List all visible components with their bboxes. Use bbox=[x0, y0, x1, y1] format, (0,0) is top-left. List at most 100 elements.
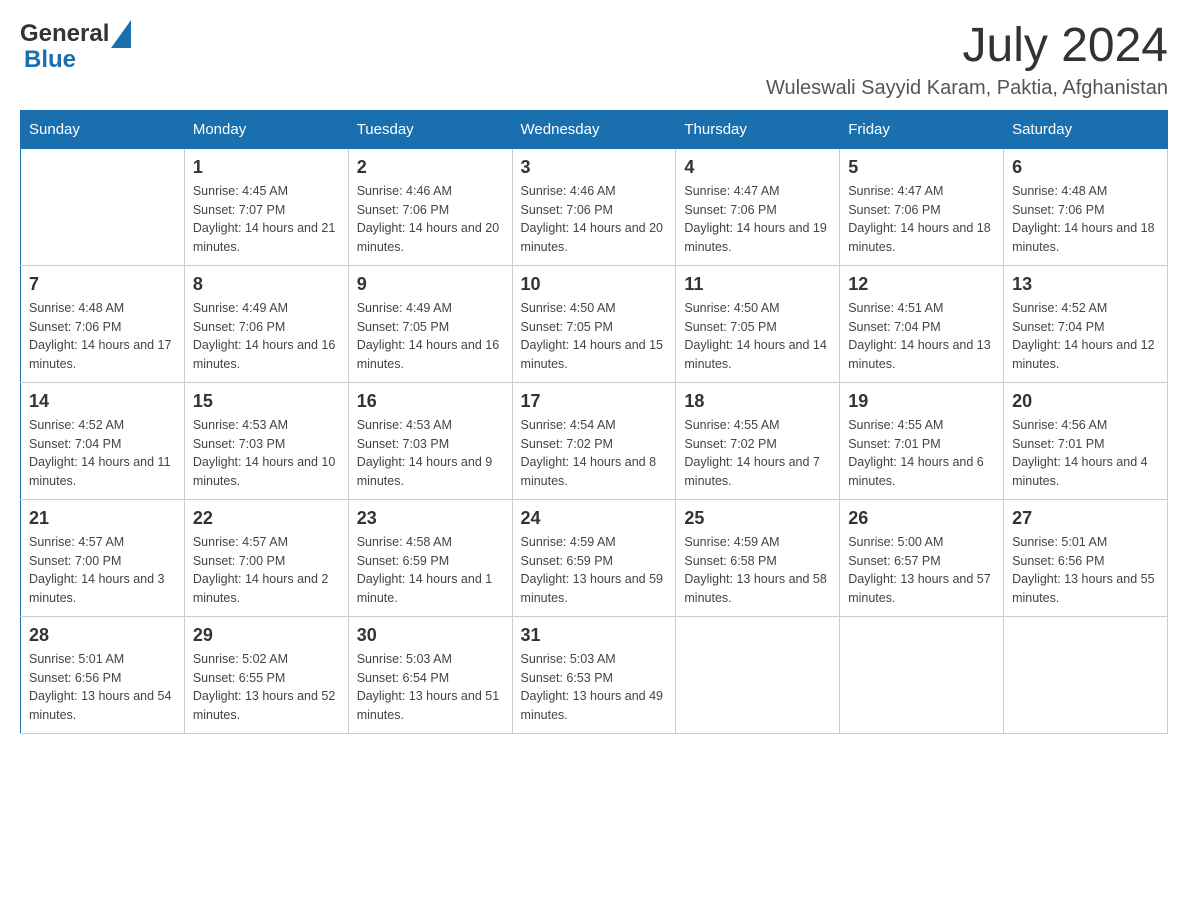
calendar-week-row: 21 Sunrise: 4:57 AMSunset: 7:00 PMDayligh… bbox=[21, 499, 1168, 616]
calendar-day-cell: 27 Sunrise: 5:01 AMSunset: 6:56 PMDayligh… bbox=[1004, 499, 1168, 616]
calendar-day-cell: 3 Sunrise: 4:46 AMSunset: 7:06 PMDaylight… bbox=[512, 148, 676, 265]
calendar-day-cell: 5 Sunrise: 4:47 AMSunset: 7:06 PMDaylight… bbox=[840, 148, 1004, 265]
calendar-day-cell: 1 Sunrise: 4:45 AMSunset: 7:07 PMDaylight… bbox=[184, 148, 348, 265]
calendar-day-cell: 2 Sunrise: 4:46 AMSunset: 7:06 PMDaylight… bbox=[348, 148, 512, 265]
calendar-table: SundayMondayTuesdayWednesdayThursdayFrid… bbox=[20, 110, 1168, 734]
day-sun-info: Sunrise: 4:46 AMSunset: 7:06 PMDaylight:… bbox=[357, 182, 504, 257]
day-sun-info: Sunrise: 4:52 AMSunset: 7:04 PMDaylight:… bbox=[29, 416, 176, 491]
day-number: 18 bbox=[684, 391, 831, 412]
day-sun-info: Sunrise: 4:55 AMSunset: 7:01 PMDaylight:… bbox=[848, 416, 995, 491]
day-sun-info: Sunrise: 4:50 AMSunset: 7:05 PMDaylight:… bbox=[521, 299, 668, 374]
day-sun-info: Sunrise: 4:57 AMSunset: 7:00 PMDaylight:… bbox=[193, 533, 340, 608]
calendar-header-row: SundayMondayTuesdayWednesdayThursdayFrid… bbox=[21, 110, 1168, 148]
calendar-day-cell: 14Sunrise: 4:52 AMSunset: 7:04 PMDayligh… bbox=[21, 382, 185, 499]
logo-triangle-icon bbox=[111, 20, 131, 48]
calendar-day-cell bbox=[21, 148, 185, 265]
day-number: 1 bbox=[193, 157, 340, 178]
column-header-friday: Friday bbox=[840, 110, 1004, 148]
day-number: 5 bbox=[848, 157, 995, 178]
day-sun-info: Sunrise: 4:50 AMSunset: 7:05 PMDaylight:… bbox=[684, 299, 831, 374]
day-sun-info: Sunrise: 5:03 AMSunset: 6:54 PMDaylight:… bbox=[357, 650, 504, 725]
day-sun-info: Sunrise: 4:57 AMSunset: 7:00 PMDaylight:… bbox=[29, 533, 176, 608]
day-sun-info: Sunrise: 4:55 AMSunset: 7:02 PMDaylight:… bbox=[684, 416, 831, 491]
calendar-day-cell: 17Sunrise: 4:54 AMSunset: 7:02 PMDayligh… bbox=[512, 382, 676, 499]
day-sun-info: Sunrise: 4:59 AMSunset: 6:58 PMDaylight:… bbox=[684, 533, 831, 608]
day-sun-info: Sunrise: 4:59 AMSunset: 6:59 PMDaylight:… bbox=[521, 533, 668, 608]
day-sun-info: Sunrise: 4:56 AMSunset: 7:01 PMDaylight:… bbox=[1012, 416, 1159, 491]
location-subtitle: Wuleswali Sayyid Karam, Paktia, Afghanis… bbox=[766, 77, 1168, 100]
title-section: July 2024 Wuleswali Sayyid Karam, Paktia… bbox=[766, 20, 1168, 100]
day-number: 19 bbox=[848, 391, 995, 412]
day-number: 26 bbox=[848, 508, 995, 529]
calendar-day-cell: 13 Sunrise: 4:52 AMSunset: 7:04 PMDayligh… bbox=[1004, 265, 1168, 382]
day-number: 27 bbox=[1012, 508, 1159, 529]
calendar-day-cell: 9 Sunrise: 4:49 AMSunset: 7:05 PMDaylight… bbox=[348, 265, 512, 382]
calendar-day-cell: 24 Sunrise: 4:59 AMSunset: 6:59 PMDayligh… bbox=[512, 499, 676, 616]
day-number: 31 bbox=[521, 625, 668, 646]
day-sun-info: Sunrise: 4:58 AMSunset: 6:59 PMDaylight:… bbox=[357, 533, 504, 608]
calendar-day-cell: 31 Sunrise: 5:03 AMSunset: 6:53 PMDayligh… bbox=[512, 616, 676, 733]
day-sun-info: Sunrise: 5:03 AMSunset: 6:53 PMDaylight:… bbox=[521, 650, 668, 725]
calendar-day-cell: 22 Sunrise: 4:57 AMSunset: 7:00 PMDayligh… bbox=[184, 499, 348, 616]
day-number: 25 bbox=[684, 508, 831, 529]
day-number: 4 bbox=[684, 157, 831, 178]
calendar-day-cell: 28 Sunrise: 5:01 AMSunset: 6:56 PMDayligh… bbox=[21, 616, 185, 733]
column-header-monday: Monday bbox=[184, 110, 348, 148]
day-sun-info: Sunrise: 5:01 AMSunset: 6:56 PMDaylight:… bbox=[29, 650, 176, 725]
day-sun-info: Sunrise: 5:02 AMSunset: 6:55 PMDaylight:… bbox=[193, 650, 340, 725]
day-sun-info: Sunrise: 4:48 AMSunset: 7:06 PMDaylight:… bbox=[1012, 182, 1159, 257]
day-number: 2 bbox=[357, 157, 504, 178]
calendar-day-cell bbox=[676, 616, 840, 733]
column-header-tuesday: Tuesday bbox=[348, 110, 512, 148]
day-sun-info: Sunrise: 4:53 AMSunset: 7:03 PMDaylight:… bbox=[193, 416, 340, 491]
day-number: 12 bbox=[848, 274, 995, 295]
day-number: 29 bbox=[193, 625, 340, 646]
logo: General Blue bbox=[20, 20, 131, 74]
logo-general-text: General bbox=[20, 20, 109, 48]
calendar-day-cell bbox=[1004, 616, 1168, 733]
day-sun-info: Sunrise: 4:47 AMSunset: 7:06 PMDaylight:… bbox=[684, 182, 831, 257]
day-number: 21 bbox=[29, 508, 176, 529]
day-number: 30 bbox=[357, 625, 504, 646]
calendar-day-cell: 19 Sunrise: 4:55 AMSunset: 7:01 PMDayligh… bbox=[840, 382, 1004, 499]
calendar-day-cell: 12Sunrise: 4:51 AMSunset: 7:04 PMDayligh… bbox=[840, 265, 1004, 382]
day-sun-info: Sunrise: 4:52 AMSunset: 7:04 PMDaylight:… bbox=[1012, 299, 1159, 374]
logo-blue-text: Blue bbox=[24, 46, 76, 74]
day-number: 6 bbox=[1012, 157, 1159, 178]
column-header-saturday: Saturday bbox=[1004, 110, 1168, 148]
calendar-day-cell: 25 Sunrise: 4:59 AMSunset: 6:58 PMDayligh… bbox=[676, 499, 840, 616]
day-number: 22 bbox=[193, 508, 340, 529]
day-number: 15 bbox=[193, 391, 340, 412]
day-sun-info: Sunrise: 4:49 AMSunset: 7:05 PMDaylight:… bbox=[357, 299, 504, 374]
day-number: 16 bbox=[357, 391, 504, 412]
calendar-day-cell: 6 Sunrise: 4:48 AMSunset: 7:06 PMDaylight… bbox=[1004, 148, 1168, 265]
day-number: 28 bbox=[29, 625, 176, 646]
day-number: 24 bbox=[521, 508, 668, 529]
calendar-week-row: 7Sunrise: 4:48 AMSunset: 7:06 PMDaylight… bbox=[21, 265, 1168, 382]
column-header-wednesday: Wednesday bbox=[512, 110, 676, 148]
day-number: 13 bbox=[1012, 274, 1159, 295]
calendar-day-cell bbox=[840, 616, 1004, 733]
day-sun-info: Sunrise: 4:47 AMSunset: 7:06 PMDaylight:… bbox=[848, 182, 995, 257]
calendar-day-cell: 21 Sunrise: 4:57 AMSunset: 7:00 PMDayligh… bbox=[21, 499, 185, 616]
day-number: 9 bbox=[357, 274, 504, 295]
day-sun-info: Sunrise: 4:53 AMSunset: 7:03 PMDaylight:… bbox=[357, 416, 504, 491]
calendar-day-cell: 23Sunrise: 4:58 AMSunset: 6:59 PMDayligh… bbox=[348, 499, 512, 616]
calendar-day-cell: 8Sunrise: 4:49 AMSunset: 7:06 PMDaylight… bbox=[184, 265, 348, 382]
page-header: General Blue July 2024 Wuleswali Sayyid … bbox=[20, 20, 1168, 100]
day-sun-info: Sunrise: 4:46 AMSunset: 7:06 PMDaylight:… bbox=[521, 182, 668, 257]
calendar-day-cell: 11Sunrise: 4:50 AMSunset: 7:05 PMDayligh… bbox=[676, 265, 840, 382]
day-number: 3 bbox=[521, 157, 668, 178]
calendar-day-cell: 4 Sunrise: 4:47 AMSunset: 7:06 PMDaylight… bbox=[676, 148, 840, 265]
column-header-sunday: Sunday bbox=[21, 110, 185, 148]
column-header-thursday: Thursday bbox=[676, 110, 840, 148]
day-sun-info: Sunrise: 5:00 AMSunset: 6:57 PMDaylight:… bbox=[848, 533, 995, 608]
day-sun-info: Sunrise: 5:01 AMSunset: 6:56 PMDaylight:… bbox=[1012, 533, 1159, 608]
day-number: 17 bbox=[521, 391, 668, 412]
calendar-day-cell: 18 Sunrise: 4:55 AMSunset: 7:02 PMDayligh… bbox=[676, 382, 840, 499]
day-sun-info: Sunrise: 4:45 AMSunset: 7:07 PMDaylight:… bbox=[193, 182, 340, 257]
calendar-day-cell: 7Sunrise: 4:48 AMSunset: 7:06 PMDaylight… bbox=[21, 265, 185, 382]
calendar-day-cell: 10Sunrise: 4:50 AMSunset: 7:05 PMDayligh… bbox=[512, 265, 676, 382]
calendar-day-cell: 26 Sunrise: 5:00 AMSunset: 6:57 PMDayligh… bbox=[840, 499, 1004, 616]
calendar-week-row: 14Sunrise: 4:52 AMSunset: 7:04 PMDayligh… bbox=[21, 382, 1168, 499]
